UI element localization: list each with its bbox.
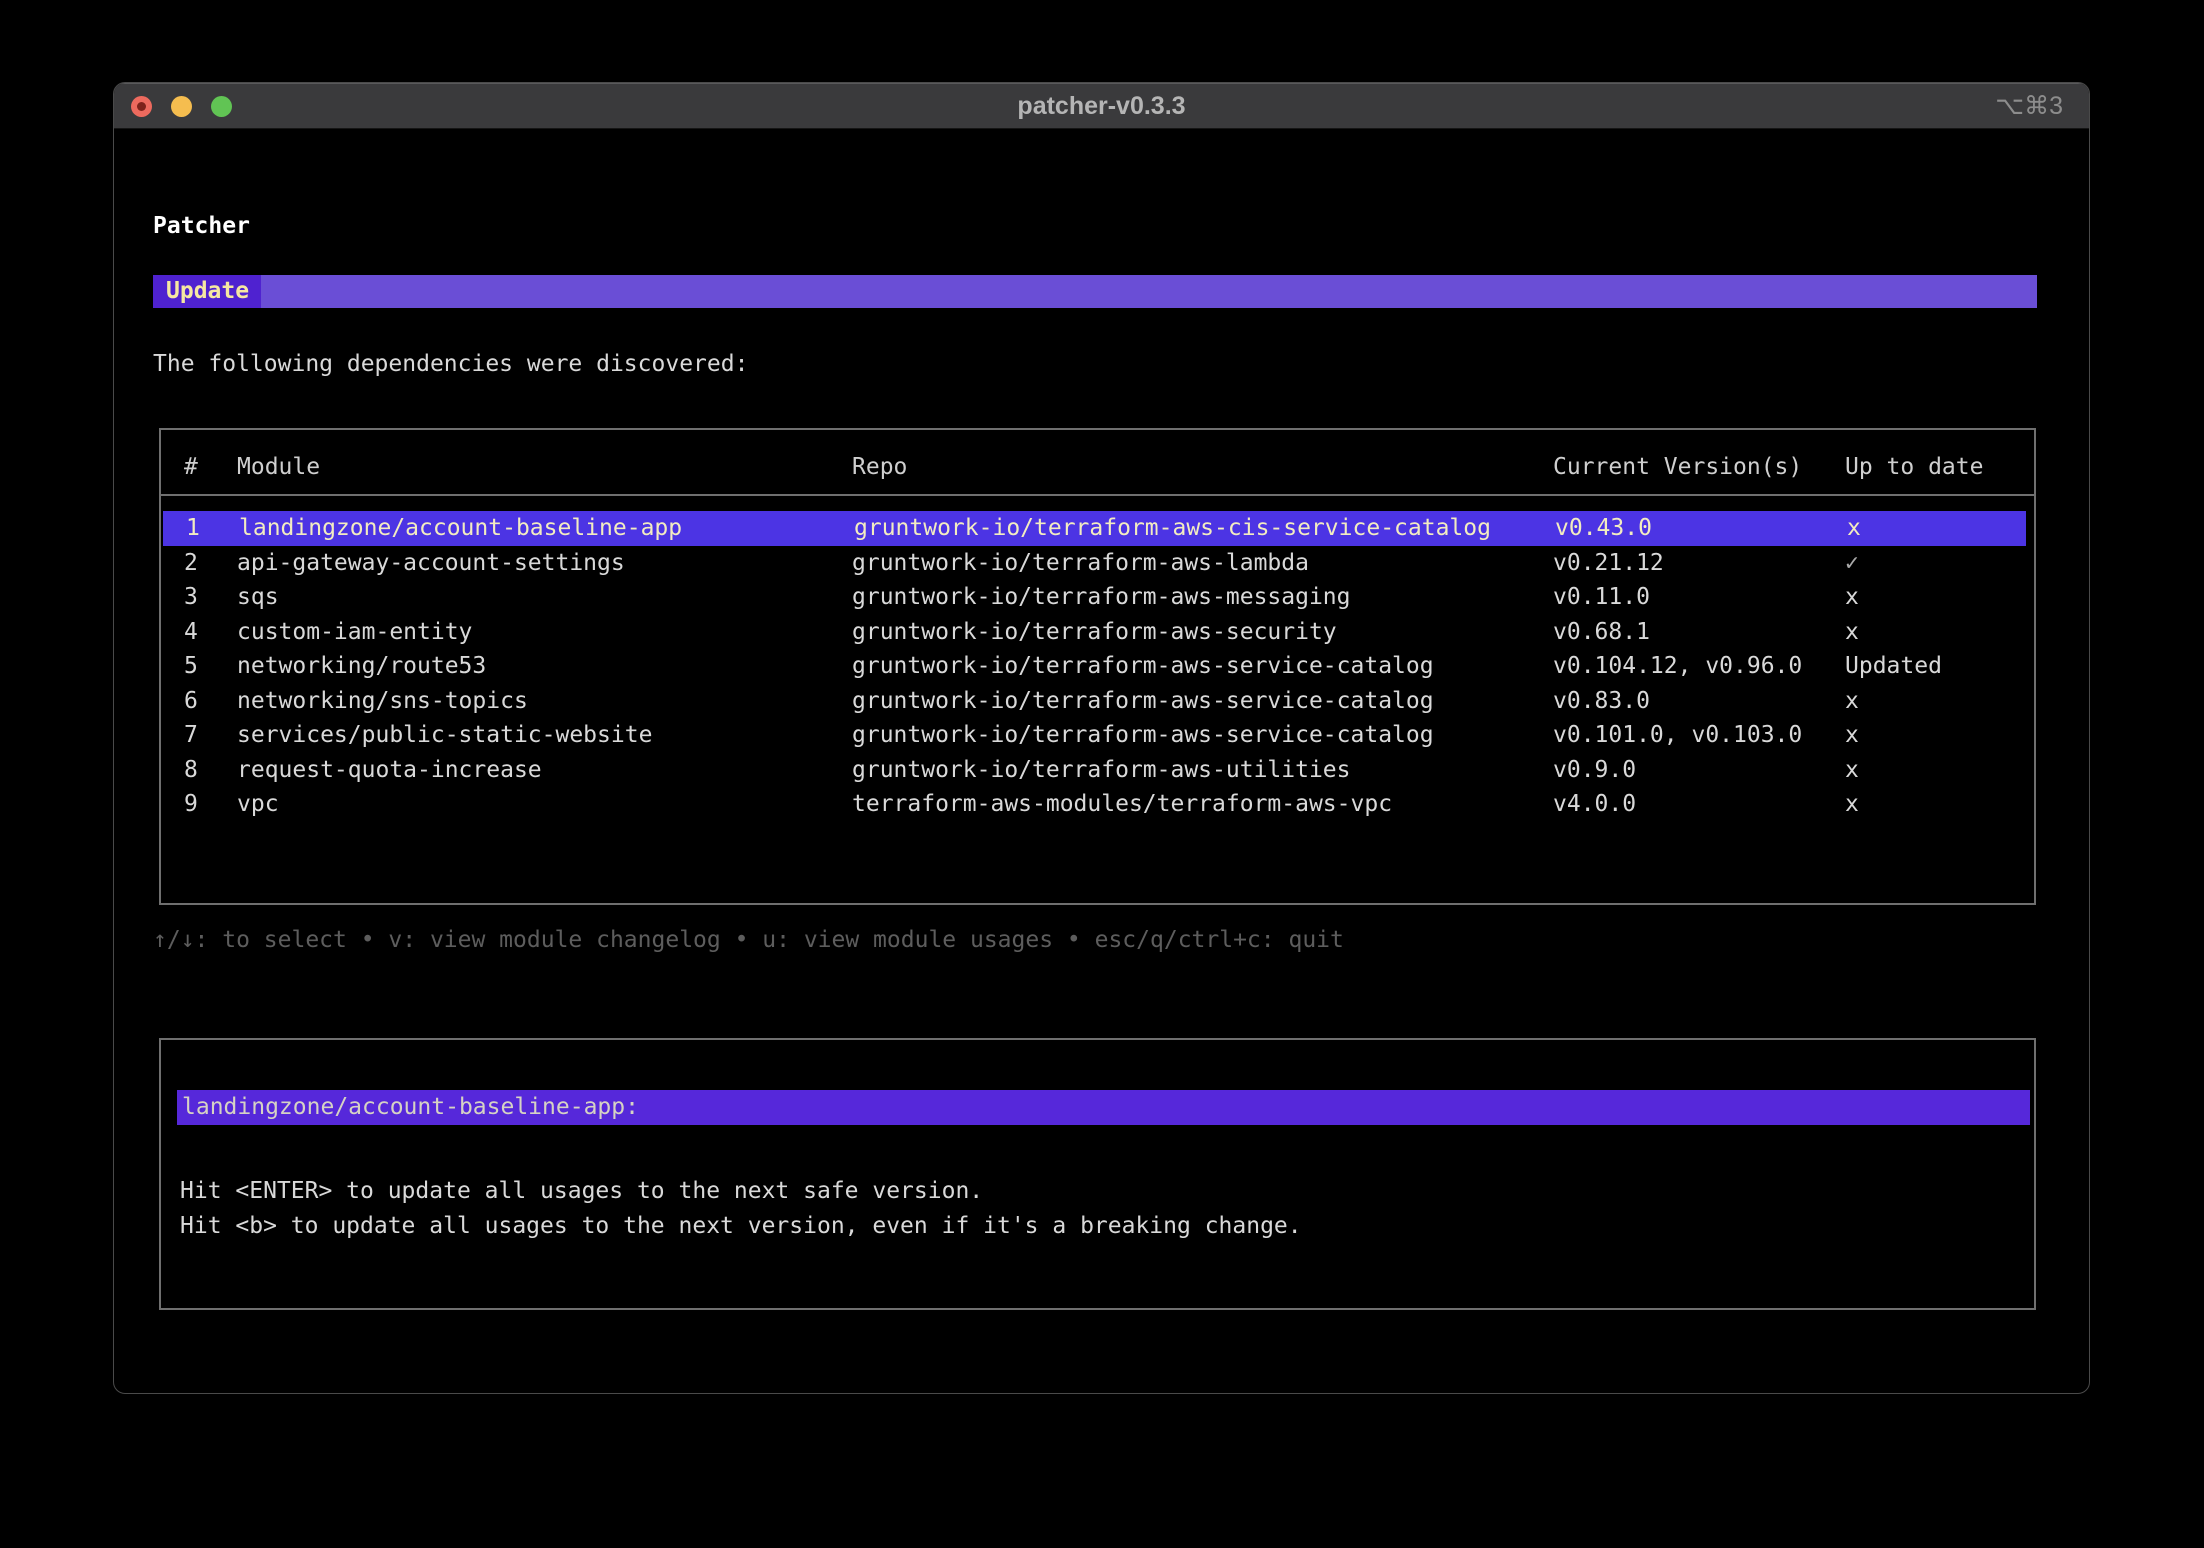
cell-status: x xyxy=(1845,580,1859,615)
cell-repo: gruntwork-io/terraform-aws-service-catal… xyxy=(852,649,1434,684)
table-row[interactable]: 6 networking/sns-topics gruntwork-io/terra… xyxy=(161,684,2034,719)
window-title: patcher-v0.3.3 xyxy=(114,83,2089,129)
cell-repo: gruntwork-io/terraform-aws-security xyxy=(852,615,1337,650)
column-header: # xyxy=(184,450,198,485)
tab-shortcut-hint: ⌥⌘3 xyxy=(1995,83,2063,129)
cell-module: landingzone/account-baseline-app xyxy=(239,511,682,546)
cell-status: ✓ xyxy=(1845,546,1859,581)
table-row[interactable]: 4 custom-iam-entity gruntwork-io/terraform… xyxy=(161,615,2034,650)
cell-repo: gruntwork-io/terraform-aws-service-catal… xyxy=(852,718,1434,753)
table-row[interactable]: 7 services/public-static-website gruntwork… xyxy=(161,718,2034,753)
tab-bar: Update xyxy=(153,275,2037,308)
cell-num: 2 xyxy=(184,546,198,581)
hint-breaking: Hit <b> to update all usages to the next… xyxy=(180,1209,1302,1244)
cell-repo: gruntwork-io/terraform-aws-service-catal… xyxy=(852,684,1434,719)
cell-status: x xyxy=(1845,615,1859,650)
table-header: # Module Repo Current Version(s) Up to date xyxy=(161,450,2034,485)
cell-num: 3 xyxy=(184,580,198,615)
cell-status: x xyxy=(1845,718,1859,753)
header-separator xyxy=(161,494,2034,496)
hint-enter: Hit <ENTER> to update all usages to the … xyxy=(180,1174,983,1209)
tab-update[interactable]: Update xyxy=(153,275,261,308)
table-row[interactable]: 5 networking/route53 gruntwork-io/terrafor… xyxy=(161,649,2034,684)
table-row[interactable]: 2 api-gateway-account-settings gruntwork-i… xyxy=(161,546,2034,581)
table-rows: 1 landingzone/account-baseline-app gruntwo… xyxy=(161,511,2034,903)
cell-version: v0.21.12 xyxy=(1553,546,1664,581)
cell-module: services/public-static-website xyxy=(237,718,652,753)
cell-module: custom-iam-entity xyxy=(237,615,472,650)
column-header: Up to date xyxy=(1845,450,1983,485)
cell-num: 5 xyxy=(184,649,198,684)
cell-num: 1 xyxy=(186,511,200,546)
cell-repo: terraform-aws-modules/terraform-aws-vpc xyxy=(852,787,1392,822)
cell-module: api-gateway-account-settings xyxy=(237,546,625,581)
table-row[interactable]: 9 vpc terraform-aws-modules/terraform-aws-… xyxy=(161,787,2034,822)
cell-num: 4 xyxy=(184,615,198,650)
cell-version: v0.11.0 xyxy=(1553,580,1650,615)
cell-num: 6 xyxy=(184,684,198,719)
cell-module: request-quota-increase xyxy=(237,753,542,788)
table-row[interactable]: 3 sqs gruntwork-io/terraform-aws-messaging… xyxy=(161,580,2034,615)
cell-version: v0.101.0, v0.103.0 xyxy=(1553,718,1802,753)
cell-status: x xyxy=(1845,684,1859,719)
cell-module: networking/route53 xyxy=(237,649,486,684)
cell-version: v4.0.0 xyxy=(1553,787,1636,822)
column-header: Current Version(s) xyxy=(1553,450,1802,485)
cell-repo: gruntwork-io/terraform-aws-lambda xyxy=(852,546,1309,581)
cell-num: 7 xyxy=(184,718,198,753)
cell-num: 8 xyxy=(184,753,198,788)
cell-module: sqs xyxy=(237,580,279,615)
cell-repo: gruntwork-io/terraform-aws-utilities xyxy=(852,753,1351,788)
cell-status: x xyxy=(1845,787,1859,822)
cell-status: x xyxy=(1845,753,1859,788)
cell-repo: gruntwork-io/terraform-aws-cis-service-c… xyxy=(854,511,1491,546)
cell-version: v0.43.0 xyxy=(1555,511,1652,546)
titlebar[interactable]: patcher-v0.3.3 ⌥⌘3 xyxy=(114,83,2089,129)
dependencies-table: #ModuleRepoCurrent Version(s)Up to date … xyxy=(159,428,2036,905)
cell-module: vpc xyxy=(237,787,279,822)
table-row[interactable]: 8 request-quota-increase gruntwork-io/terr… xyxy=(161,753,2034,788)
app-heading: Patcher xyxy=(153,209,250,244)
cell-module: networking/sns-topics xyxy=(237,684,528,719)
table-row[interactable]: 1 landingzone/account-baseline-app gruntwo… xyxy=(163,511,2026,546)
cell-version: v0.68.1 xyxy=(1553,615,1650,650)
cell-repo: gruntwork-io/terraform-aws-messaging xyxy=(852,580,1351,615)
terminal-content: Patcher Update The following dependencie… xyxy=(114,129,2089,1393)
cell-num: 9 xyxy=(184,787,198,822)
keybinding-help: ↑/↓: to select • v: view module changelo… xyxy=(153,923,1344,958)
column-header: Repo xyxy=(852,450,907,485)
selected-module-bar: landingzone/account-baseline-app: xyxy=(177,1090,2030,1125)
cell-version: v0.9.0 xyxy=(1553,753,1636,788)
cell-status: Updated xyxy=(1845,649,1942,684)
cell-status: x xyxy=(1847,511,1861,546)
detail-panel: landingzone/account-baseline-app: Hit <E… xyxy=(159,1038,2036,1310)
intro-text: The following dependencies were discover… xyxy=(153,347,748,382)
terminal-window: patcher-v0.3.3 ⌥⌘3 Patcher Update The fo… xyxy=(113,82,2090,1394)
column-header: Module xyxy=(237,450,320,485)
cell-version: v0.104.12, v0.96.0 xyxy=(1553,649,1802,684)
cell-version: v0.83.0 xyxy=(1553,684,1650,719)
